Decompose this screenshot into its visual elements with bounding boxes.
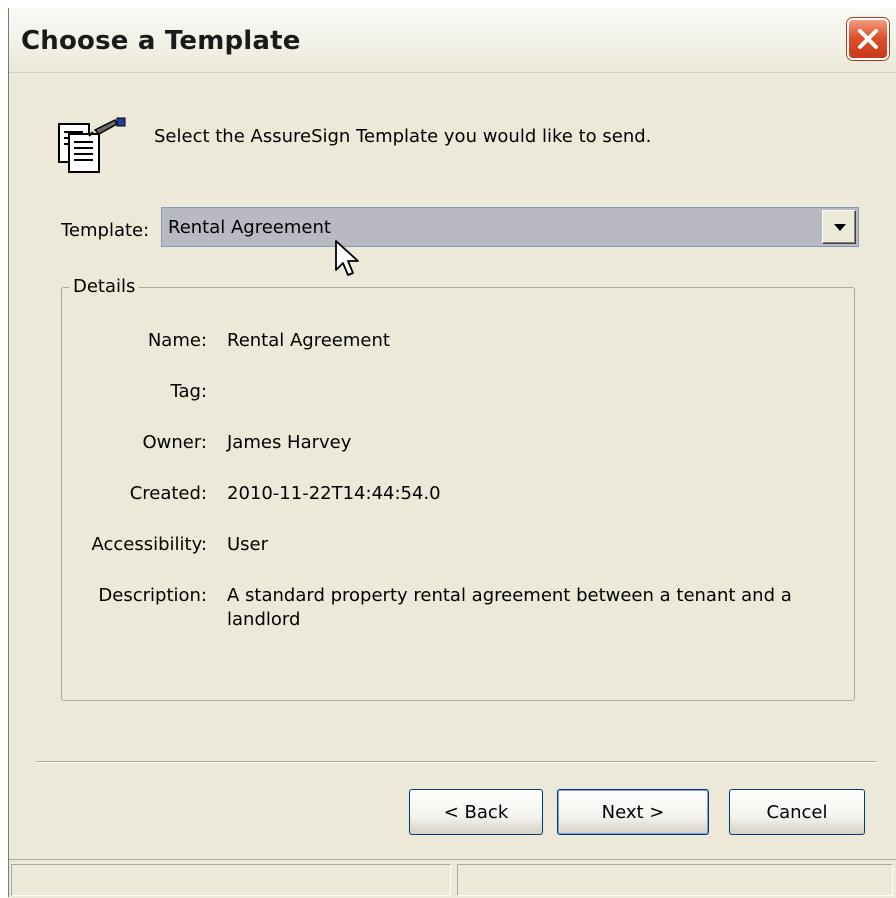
accessibility-label: Accessibility: [91,534,207,555]
template-select[interactable]: Rental Agreement [161,207,859,247]
description-value: A standard property rental agreement bet… [227,585,792,630]
dropdown-arrow-icon [834,224,846,231]
status-pane-right [457,864,893,896]
close-button[interactable] [847,18,889,60]
next-button[interactable]: Next > [557,789,709,835]
template-label: Template: [61,220,150,241]
details-legend: Details [69,276,140,297]
instruction-text: Select the AssureSign Template you would… [154,126,652,147]
template-dropdown-button[interactable] [822,210,856,244]
status-pane-left [11,864,451,896]
owner-label: Owner: [142,432,207,453]
created-label: Created: [129,483,207,504]
description-label: Description: [98,585,207,606]
template-documents-icon [58,117,126,173]
back-button[interactable]: < Back [409,789,543,835]
mouse-cursor-icon [335,240,359,276]
choose-template-dialog: Choose a Template Select the AssureSign … [8,8,896,898]
button-separator [37,761,877,763]
close-icon [858,29,878,49]
accessibility-value: User [227,534,269,555]
name-label: Name: [147,330,207,351]
owner-value: James Harvey [227,432,352,453]
name-value: Rental Agreement [227,330,390,351]
created-value: 2010-11-22T14:44:54.0 [227,483,441,504]
window-title: Choose a Template [21,26,301,56]
status-bar [9,859,896,898]
title-bar[interactable]: Choose a Template [9,8,896,73]
cancel-button[interactable]: Cancel [729,789,865,835]
template-selected-value: Rental Agreement [168,217,331,238]
tag-label: Tag: [170,381,207,402]
